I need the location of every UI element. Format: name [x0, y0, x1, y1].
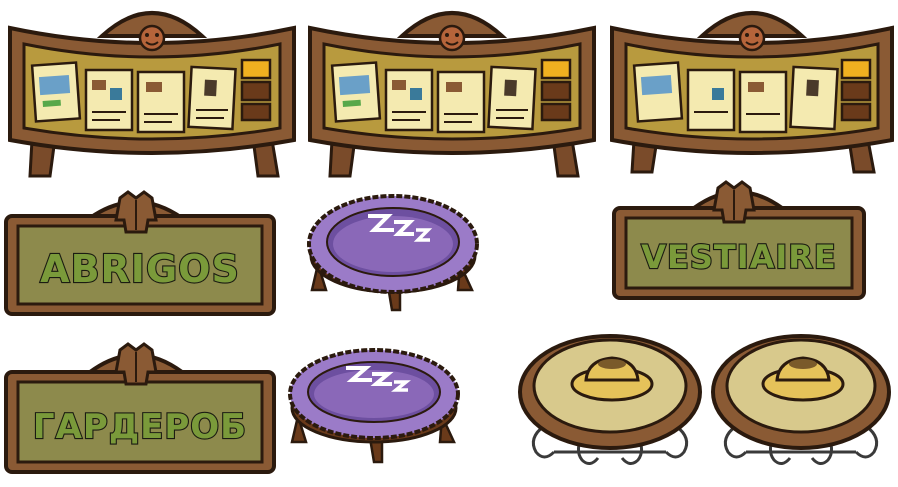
- catalog-page: [487, 65, 537, 131]
- puffle-bed-1[interactable]: [302, 186, 484, 316]
- sign-label: ГАРДЕРОБ: [33, 407, 247, 447]
- catalog-page: [789, 65, 839, 131]
- hat-table-2[interactable]: [708, 326, 894, 476]
- catalog-page: [330, 61, 382, 123]
- catalog-page: [30, 61, 82, 123]
- drawer-stack: [240, 58, 272, 122]
- catalog-page: [187, 65, 237, 131]
- drawer-stack: [540, 58, 572, 122]
- catalog-page: [384, 68, 434, 132]
- catalog-page: [738, 70, 788, 134]
- cloakroom-board-1[interactable]: [2, 0, 302, 182]
- puffle-bed-2[interactable]: [282, 338, 466, 468]
- hat-table-1[interactable]: [514, 326, 706, 476]
- sign-vestiaire[interactable]: VESTIAIRE: [608, 178, 870, 306]
- catalog-page: [84, 68, 134, 132]
- drawer-stack: [840, 58, 872, 122]
- catalog-page: [436, 70, 486, 134]
- sign-abrigos[interactable]: ABRIGOS: [0, 188, 280, 320]
- catalog-page: [686, 68, 736, 132]
- catalog-page: [632, 61, 684, 123]
- sign-label: VESTIAIRE: [641, 238, 837, 276]
- sign-garderob[interactable]: ГАРДЕРОБ: [0, 338, 280, 480]
- puffle-face-icon: [738, 24, 766, 52]
- puffle-face-icon: [438, 24, 466, 52]
- cloakroom-board-2[interactable]: [302, 0, 602, 182]
- catalog-page: [136, 70, 186, 134]
- cloakroom-board-3[interactable]: [604, 0, 898, 182]
- sign-label: ABRIGOS: [40, 247, 240, 291]
- puffle-face-icon: [138, 24, 166, 52]
